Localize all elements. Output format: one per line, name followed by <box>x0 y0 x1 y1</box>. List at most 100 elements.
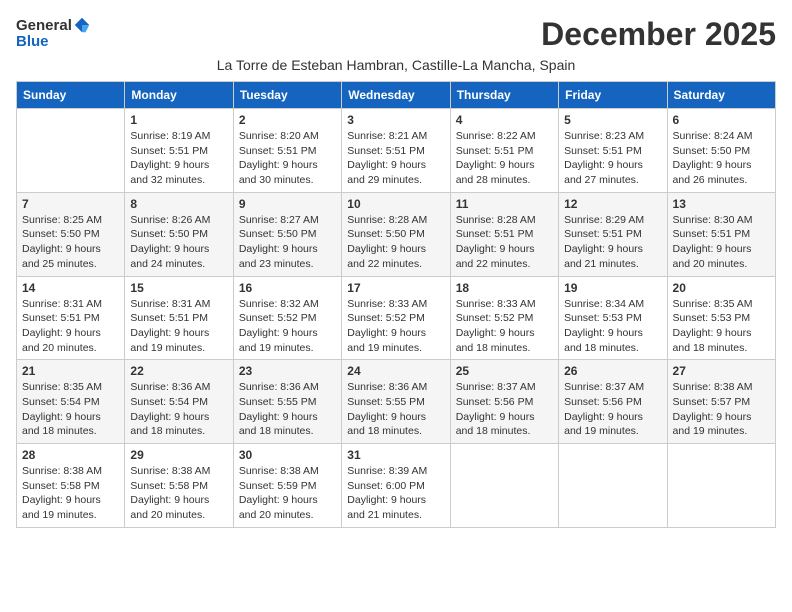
calendar-cell: 23 Sunrise: 8:36 AM Sunset: 5:55 PM Dayli… <box>233 360 341 444</box>
calendar-cell: 24 Sunrise: 8:36 AM Sunset: 5:55 PM Dayli… <box>342 360 450 444</box>
logo: General Blue <box>16 16 91 49</box>
calendar-cell: 3 Sunrise: 8:21 AM Sunset: 5:51 PM Daylig… <box>342 109 450 193</box>
day-number: 10 <box>347 197 444 211</box>
calendar-cell: 12Sunrise: 8:29 AM Sunset: 5:51 PM Dayli… <box>559 192 667 276</box>
day-info: Sunrise: 8:33 AM Sunset: 5:52 PM Dayligh… <box>347 297 444 356</box>
calendar-cell: 29 Sunrise: 8:38 AM Sunset: 5:58 PM Dayli… <box>125 444 233 528</box>
calendar-cell: 14Sunrise: 8:31 AM Sunset: 5:51 PM Dayli… <box>17 276 125 360</box>
weekday-header-thursday: Thursday <box>450 82 558 109</box>
day-number: 19 <box>564 281 661 295</box>
weekday-header-tuesday: Tuesday <box>233 82 341 109</box>
week-row-2: 7 Sunrise: 8:25 AM Sunset: 5:50 PM Daylig… <box>17 192 776 276</box>
calendar-cell: 9Sunrise: 8:27 AM Sunset: 5:50 PM Daylig… <box>233 192 341 276</box>
day-number: 17 <box>347 281 444 295</box>
day-info: Sunrise: 8:24 AM Sunset: 5:50 PM Dayligh… <box>673 129 770 188</box>
day-info: Sunrise: 8:21 AM Sunset: 5:51 PM Dayligh… <box>347 129 444 188</box>
day-number: 20 <box>673 281 770 295</box>
day-info: Sunrise: 8:22 AM Sunset: 5:51 PM Dayligh… <box>456 129 553 188</box>
day-info: Sunrise: 8:36 AM Sunset: 5:55 PM Dayligh… <box>239 380 336 439</box>
day-info: Sunrise: 8:35 AM Sunset: 5:54 PM Dayligh… <box>22 380 119 439</box>
week-row-1: 1 Sunrise: 8:19 AM Sunset: 5:51 PM Daylig… <box>17 109 776 193</box>
day-number: 31 <box>347 448 444 462</box>
day-info: Sunrise: 8:20 AM Sunset: 5:51 PM Dayligh… <box>239 129 336 188</box>
calendar-cell: 13Sunrise: 8:30 AM Sunset: 5:51 PM Dayli… <box>667 192 775 276</box>
weekday-header-monday: Monday <box>125 82 233 109</box>
day-info: Sunrise: 8:28 AM Sunset: 5:51 PM Dayligh… <box>456 213 553 272</box>
location-subtitle: La Torre de Esteban Hambran, Castille-La… <box>16 57 776 73</box>
month-title: December 2025 <box>541 16 776 53</box>
day-info: Sunrise: 8:39 AM Sunset: 6:00 PM Dayligh… <box>347 464 444 523</box>
calendar-cell: 1 Sunrise: 8:19 AM Sunset: 5:51 PM Daylig… <box>125 109 233 193</box>
day-number: 27 <box>673 364 770 378</box>
calendar-cell: 8Sunrise: 8:26 AM Sunset: 5:50 PM Daylig… <box>125 192 233 276</box>
day-info: Sunrise: 8:36 AM Sunset: 5:55 PM Dayligh… <box>347 380 444 439</box>
day-info: Sunrise: 8:32 AM Sunset: 5:52 PM Dayligh… <box>239 297 336 356</box>
weekday-header-friday: Friday <box>559 82 667 109</box>
calendar-cell: 17 Sunrise: 8:33 AM Sunset: 5:52 PM Dayli… <box>342 276 450 360</box>
day-number: 13 <box>673 197 770 211</box>
day-number: 21 <box>22 364 119 378</box>
calendar-cell: 4 Sunrise: 8:22 AM Sunset: 5:51 PM Daylig… <box>450 109 558 193</box>
calendar-cell: 28Sunrise: 8:38 AM Sunset: 5:58 PM Dayli… <box>17 444 125 528</box>
calendar-cell: 22Sunrise: 8:36 AM Sunset: 5:54 PM Dayli… <box>125 360 233 444</box>
calendar-cell: 2 Sunrise: 8:20 AM Sunset: 5:51 PM Daylig… <box>233 109 341 193</box>
day-number: 24 <box>347 364 444 378</box>
day-info: Sunrise: 8:28 AM Sunset: 5:50 PM Dayligh… <box>347 213 444 272</box>
week-row-4: 21 Sunrise: 8:35 AM Sunset: 5:54 PM Dayli… <box>17 360 776 444</box>
day-number: 26 <box>564 364 661 378</box>
calendar-cell: 26 Sunrise: 8:37 AM Sunset: 5:56 PM Dayli… <box>559 360 667 444</box>
day-number: 8 <box>130 197 227 211</box>
calendar-cell <box>667 444 775 528</box>
day-number: 12 <box>564 197 661 211</box>
calendar-cell: 10 Sunrise: 8:28 AM Sunset: 5:50 PM Dayli… <box>342 192 450 276</box>
calendar-cell: 11Sunrise: 8:28 AM Sunset: 5:51 PM Dayli… <box>450 192 558 276</box>
calendar-cell: 30Sunrise: 8:38 AM Sunset: 5:59 PM Dayli… <box>233 444 341 528</box>
calendar-cell: 18 Sunrise: 8:33 AM Sunset: 5:52 PM Dayli… <box>450 276 558 360</box>
calendar-cell: 16 Sunrise: 8:32 AM Sunset: 5:52 PM Dayli… <box>233 276 341 360</box>
calendar-cell: 31 Sunrise: 8:39 AM Sunset: 6:00 PM Dayli… <box>342 444 450 528</box>
calendar-cell: 21 Sunrise: 8:35 AM Sunset: 5:54 PM Dayli… <box>17 360 125 444</box>
calendar-cell: 7 Sunrise: 8:25 AM Sunset: 5:50 PM Daylig… <box>17 192 125 276</box>
day-number: 23 <box>239 364 336 378</box>
day-info: Sunrise: 8:25 AM Sunset: 5:50 PM Dayligh… <box>22 213 119 272</box>
weekday-header-wednesday: Wednesday <box>342 82 450 109</box>
day-info: Sunrise: 8:19 AM Sunset: 5:51 PM Dayligh… <box>130 129 227 188</box>
day-info: Sunrise: 8:38 AM Sunset: 5:58 PM Dayligh… <box>130 464 227 523</box>
day-info: Sunrise: 8:34 AM Sunset: 5:53 PM Dayligh… <box>564 297 661 356</box>
day-number: 2 <box>239 113 336 127</box>
week-row-3: 14 Sunrise: 8:31 AM Sunset: 5:51 PM Dayli… <box>17 276 776 360</box>
calendar-cell: 15 Sunrise: 8:31 AM Sunset: 5:51 PM Dayli… <box>125 276 233 360</box>
logo-icon <box>73 16 91 34</box>
day-number: 14 <box>22 281 119 295</box>
calendar-cell: 27Sunrise: 8:38 AM Sunset: 5:57 PM Dayli… <box>667 360 775 444</box>
day-info: Sunrise: 8:23 AM Sunset: 5:51 PM Dayligh… <box>564 129 661 188</box>
day-info: Sunrise: 8:33 AM Sunset: 5:52 PM Dayligh… <box>456 297 553 356</box>
calendar-cell <box>450 444 558 528</box>
calendar-cell: 6Sunrise: 8:24 AM Sunset: 5:50 PM Daylig… <box>667 109 775 193</box>
day-info: Sunrise: 8:35 AM Sunset: 5:53 PM Dayligh… <box>673 297 770 356</box>
calendar-cell <box>559 444 667 528</box>
day-number: 16 <box>239 281 336 295</box>
calendar-cell: 25Sunrise: 8:37 AM Sunset: 5:56 PM Dayli… <box>450 360 558 444</box>
day-number: 22 <box>130 364 227 378</box>
day-number: 15 <box>130 281 227 295</box>
logo-blue: Blue <box>16 34 49 49</box>
logo-general: General <box>16 18 72 33</box>
calendar-table: SundayMondayTuesdayWednesdayThursdayFrid… <box>16 81 776 528</box>
day-number: 25 <box>456 364 553 378</box>
day-number: 30 <box>239 448 336 462</box>
day-number: 4 <box>456 113 553 127</box>
day-info: Sunrise: 8:37 AM Sunset: 5:56 PM Dayligh… <box>564 380 661 439</box>
weekday-header-saturday: Saturday <box>667 82 775 109</box>
weekday-header-row: SundayMondayTuesdayWednesdayThursdayFrid… <box>17 82 776 109</box>
day-number: 28 <box>22 448 119 462</box>
page-header: General Blue December 2025 <box>16 16 776 53</box>
day-number: 7 <box>22 197 119 211</box>
day-number: 18 <box>456 281 553 295</box>
day-number: 3 <box>347 113 444 127</box>
day-info: Sunrise: 8:31 AM Sunset: 5:51 PM Dayligh… <box>130 297 227 356</box>
day-number: 1 <box>130 113 227 127</box>
day-number: 29 <box>130 448 227 462</box>
calendar-cell: 20 Sunrise: 8:35 AM Sunset: 5:53 PM Dayli… <box>667 276 775 360</box>
week-row-5: 28 Sunrise: 8:38 AM Sunset: 5:58 PM Dayli… <box>17 444 776 528</box>
